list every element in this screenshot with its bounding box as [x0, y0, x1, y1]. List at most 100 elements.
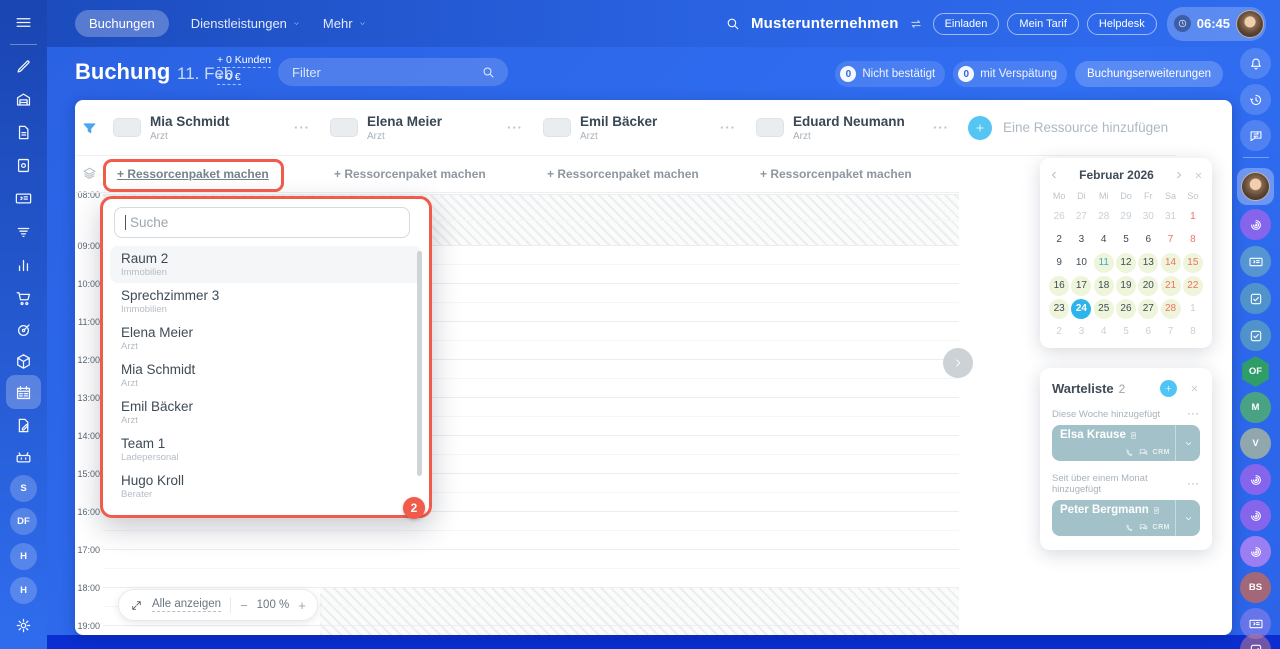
booking-extensions-button[interactable]: Buchungserweiterungen: [1074, 61, 1223, 87]
calendar-day[interactable]: 6: [1138, 230, 1158, 250]
tab-dienstleistungen[interactable]: Dienstleistungen: [191, 16, 301, 31]
panel-item-chat-sync[interactable]: [1240, 120, 1271, 151]
waitlist-card-expand[interactable]: [1175, 500, 1200, 536]
panel-item-app-spiral[interactable]: [1240, 536, 1271, 567]
user-avatar[interactable]: [1236, 9, 1264, 38]
calendar-day[interactable]: 5: [1116, 230, 1136, 250]
calendar-day[interactable]: 18: [1093, 276, 1114, 296]
panel-item-history[interactable]: [1240, 84, 1271, 115]
calendar-day[interactable]: 27: [1071, 207, 1091, 227]
calendar-day[interactable]: 30: [1138, 207, 1158, 227]
dropdown-item[interactable]: Mia Schmidt Arzt: [103, 357, 429, 394]
calendar-day[interactable]: 31: [1161, 207, 1181, 227]
column-menu-icon[interactable]: ···: [933, 120, 949, 135]
panel-item-task-check[interactable]: [1240, 634, 1271, 649]
calendar-day[interactable]: 5: [1116, 322, 1136, 342]
sidebar-item-box[interactable]: [6, 344, 41, 378]
calendar-day[interactable]: 11: [1093, 253, 1114, 273]
phone-icon[interactable]: [1124, 448, 1134, 458]
sidebar-item-cart[interactable]: [6, 280, 41, 314]
calendar-close-icon[interactable]: [1193, 170, 1204, 181]
nav-button-helpdesk[interactable]: Helpdesk: [1086, 12, 1157, 35]
scroll-right-button[interactable]: [943, 348, 973, 378]
waitlist-close-icon[interactable]: [1189, 383, 1200, 394]
sidebar-item-settings[interactable]: [6, 608, 41, 642]
column-menu-icon[interactable]: ···: [294, 120, 310, 135]
sidebar-item-calendar[interactable]: [6, 375, 41, 409]
create-resource-package-link[interactable]: + Ressorcenpaket machen: [547, 167, 699, 181]
sidebar-avatar-h[interactable]: H: [10, 577, 37, 604]
sidebar-avatar-h[interactable]: H: [10, 543, 37, 570]
calendar-day[interactable]: 7: [1161, 322, 1181, 342]
panel-badge-v[interactable]: V: [1240, 428, 1271, 459]
phone-icon[interactable]: [1124, 523, 1134, 533]
waitlist-card-expand[interactable]: [1175, 425, 1200, 461]
panel-badge-of[interactable]: OF: [1242, 356, 1269, 387]
panel-item-app-spiral[interactable]: [1240, 209, 1271, 240]
calendar-next-icon[interactable]: [1173, 169, 1185, 181]
calendar-day[interactable]: 7: [1161, 230, 1181, 250]
time-widget[interactable]: 06:45: [1166, 6, 1266, 41]
sidebar-avatar-df[interactable]: DF: [10, 508, 37, 535]
tab-buchungen[interactable]: Buchungen: [75, 10, 169, 37]
waitlist-card[interactable]: Peter Bergmann CRM: [1052, 500, 1200, 536]
sidebar-item-document-edit[interactable]: [6, 408, 41, 442]
calendar-day[interactable]: 29: [1116, 207, 1136, 227]
calendar-day[interactable]: 23: [1049, 299, 1070, 319]
calendar-day[interactable]: 10: [1071, 253, 1091, 273]
section-menu-icon[interactable]: ···: [1188, 409, 1201, 420]
status-badge[interactable]: 0 mit Verspätung: [953, 61, 1067, 87]
sidebar-item-target[interactable]: [6, 313, 41, 347]
calendar-day[interactable]: 3: [1071, 322, 1091, 342]
calendar-day[interactable]: 6: [1138, 322, 1158, 342]
calendar-day[interactable]: 1: [1183, 207, 1203, 227]
calendar-day[interactable]: 28: [1094, 207, 1114, 227]
tab-mehr[interactable]: Mehr: [323, 16, 367, 31]
calendar-day[interactable]: 2: [1049, 322, 1069, 342]
sidebar-item-garage[interactable]: [6, 82, 41, 116]
waitlist-card[interactable]: Elsa Krause CRM: [1052, 425, 1200, 461]
calendar-prev-icon[interactable]: [1048, 169, 1060, 181]
revenue-counter-link[interactable]: + 0 €: [217, 71, 241, 85]
dropdown-search-field[interactable]: [127, 214, 399, 231]
add-resource-button[interactable]: Eine Ressource hinzufügen: [968, 100, 1168, 155]
calendar-day[interactable]: 28: [1160, 299, 1181, 319]
panel-item-app-spiral[interactable]: [1240, 464, 1271, 495]
calendar-day[interactable]: 15: [1182, 253, 1203, 273]
column-menu-icon[interactable]: ···: [720, 120, 736, 135]
calendar-day[interactable]: 24: [1071, 299, 1092, 319]
calendar-day[interactable]: 26: [1049, 207, 1069, 227]
company-switch-icon[interactable]: [909, 17, 923, 31]
panel-badge-m[interactable]: M: [1240, 392, 1271, 423]
calendar-day[interactable]: 8: [1183, 322, 1203, 342]
sidebar-item-signal[interactable]: [6, 214, 41, 248]
filter-text-field[interactable]: [290, 63, 481, 81]
calendar-day[interactable]: 14: [1160, 253, 1181, 273]
create-resource-package-link[interactable]: + Ressorcenpaket machen: [334, 167, 486, 181]
calendar-day[interactable]: 16: [1049, 276, 1070, 296]
resource-name[interactable]: Mia Schmidt: [150, 114, 230, 129]
calendar-day[interactable]: 3: [1071, 230, 1091, 250]
calendar-day[interactable]: 25: [1093, 299, 1114, 319]
calendar-day[interactable]: 4: [1094, 322, 1114, 342]
dropdown-item[interactable]: Sprechzimmer 3 Immobilien: [103, 283, 429, 320]
dropdown-item[interactable]: Elena Meier Arzt: [103, 320, 429, 357]
sidebar-item-robot[interactable]: [6, 440, 41, 474]
section-menu-icon[interactable]: ···: [1188, 479, 1201, 490]
sidebar-item-menu[interactable]: [6, 5, 41, 39]
calendar-day[interactable]: 9: [1049, 253, 1069, 273]
waitlist-add-button[interactable]: [1160, 380, 1177, 397]
resource-name[interactable]: Emil Bäcker: [580, 114, 657, 129]
sidebar-item-id-card[interactable]: [6, 181, 41, 215]
resource-name[interactable]: Elena Meier: [367, 114, 442, 129]
panel-badge-bs[interactable]: BS: [1240, 572, 1271, 603]
create-resource-package-link[interactable]: + Ressorcenpaket machen: [117, 167, 269, 181]
dropdown-item[interactable]: Hugo Kroll Berater: [103, 468, 429, 505]
sidebar-item-document[interactable]: [6, 115, 41, 149]
company-name[interactable]: Musterunternehmen: [751, 15, 899, 32]
calendar-day[interactable]: 12: [1115, 253, 1136, 273]
calendar-day[interactable]: 26: [1115, 299, 1136, 319]
show-all-button[interactable]: Alle anzeigen: [152, 598, 222, 612]
zoom-in-button[interactable]: +: [298, 598, 306, 613]
calendar-day[interactable]: 8: [1183, 230, 1203, 250]
